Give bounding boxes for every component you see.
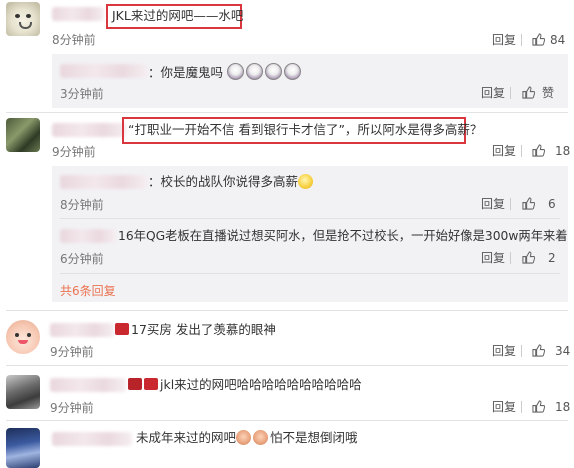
divider — [521, 401, 522, 413]
comment-time: 9分钟前 — [50, 345, 94, 359]
comment-text: jkl来过的网吧哈哈哈哈哈哈哈哈哈哈 — [128, 377, 362, 393]
reply-time: 8分钟前 — [60, 198, 104, 212]
reply-username[interactable] — [60, 64, 148, 78]
reply-button[interactable]: 回复 — [492, 400, 516, 414]
divider — [6, 112, 568, 113]
emoji-icon — [284, 63, 301, 80]
thumb-up-icon[interactable] — [522, 197, 535, 210]
username[interactable] — [50, 323, 114, 337]
reply-time: 3分钟前 — [60, 87, 104, 101]
divider — [60, 273, 560, 274]
emoji-icon — [298, 174, 314, 189]
divider — [510, 198, 511, 210]
thumb-up-icon[interactable] — [532, 400, 545, 413]
divider — [6, 310, 568, 311]
divider — [510, 252, 511, 264]
like-count: 2 — [548, 251, 556, 265]
badge-icon — [128, 378, 142, 390]
badge-icon — [144, 378, 158, 390]
divider — [60, 218, 560, 219]
reply-text-content: ：你是魔鬼吗 — [148, 65, 224, 80]
comment-time: 9分钟前 — [52, 145, 96, 159]
reply-button[interactable]: 回复 — [481, 86, 505, 100]
avatar[interactable] — [6, 118, 40, 152]
divider — [521, 345, 522, 357]
avatar[interactable] — [6, 375, 40, 409]
thumb-up-icon[interactable] — [522, 86, 535, 99]
comment-text: JKL来过的网吧——水吧 — [112, 8, 244, 23]
reply-text: ：校长的战队你说得多高薪 — [148, 174, 315, 190]
reply-text: 16年QG老板在直播说过想买阿水，但是抢不过校长，一开始好像是300w两年来着 — [118, 229, 568, 243]
thumb-up-icon[interactable] — [522, 251, 535, 264]
reply-button[interactable]: 回复 — [492, 344, 516, 358]
like-count: 34 — [555, 344, 571, 358]
thumb-up-icon[interactable] — [532, 33, 545, 46]
username[interactable] — [50, 378, 126, 392]
badge-icon — [115, 323, 129, 335]
reply-button[interactable]: 回复 — [492, 144, 516, 158]
avatar[interactable] — [6, 320, 40, 354]
comment-text-content-2: 怕不是想倒闭哦 — [270, 430, 358, 445]
reply-button[interactable]: 回复 — [492, 33, 516, 47]
reply-username[interactable] — [60, 229, 116, 243]
comment-text-content: jkl来过的网吧哈哈哈哈哈哈哈哈哈哈 — [160, 377, 362, 392]
like-count: 84 — [550, 33, 566, 47]
username[interactable] — [52, 123, 126, 137]
divider — [6, 420, 568, 421]
reply-button[interactable]: 回复 — [481, 197, 505, 211]
thumb-up-icon[interactable] — [532, 344, 545, 357]
comment-text-content: 17买房 发出了羡慕的眼神 — [131, 322, 276, 337]
like-count: 18 — [555, 400, 571, 414]
username[interactable] — [52, 7, 104, 21]
like-count: 18 — [555, 144, 571, 158]
emoji-icon — [236, 430, 252, 445]
reply-text-content: ：校长的战队你说得多高薪 — [148, 174, 299, 189]
like-label[interactable]: 赞 — [542, 86, 554, 100]
emoji-icon — [253, 430, 269, 445]
like-count: 6 — [548, 197, 556, 211]
reply-button[interactable]: 回复 — [481, 251, 505, 265]
more-replies-link[interactable]: 共6条回复 — [60, 283, 116, 299]
emoji-icon — [246, 63, 263, 80]
divider — [510, 87, 511, 99]
divider — [6, 365, 568, 366]
reply-time: 6分钟前 — [60, 252, 104, 266]
comment-text: 未成年来过的网吧 怕不是想倒闭哦 — [136, 430, 358, 446]
comment-time: 8分钟前 — [52, 33, 96, 47]
reply-text: ：你是魔鬼吗 — [148, 63, 303, 81]
reply-username[interactable] — [60, 175, 148, 189]
comment-text: 17买房 发出了羡慕的眼神 — [115, 322, 276, 338]
thumb-up-icon[interactable] — [532, 144, 545, 157]
avatar[interactable] — [6, 2, 40, 36]
comment-text-content: 未成年来过的网吧 — [136, 430, 237, 445]
username[interactable] — [52, 432, 132, 446]
comment-text: “打职业一开始不信 看到银行卡才信了”，所以阿水是得多高薪？ — [128, 122, 483, 137]
avatar[interactable] — [6, 428, 40, 468]
emoji-icon — [265, 63, 282, 80]
comment-time: 9分钟前 — [50, 401, 94, 415]
divider — [521, 34, 522, 46]
emoji-icon — [227, 63, 244, 80]
divider — [521, 145, 522, 157]
